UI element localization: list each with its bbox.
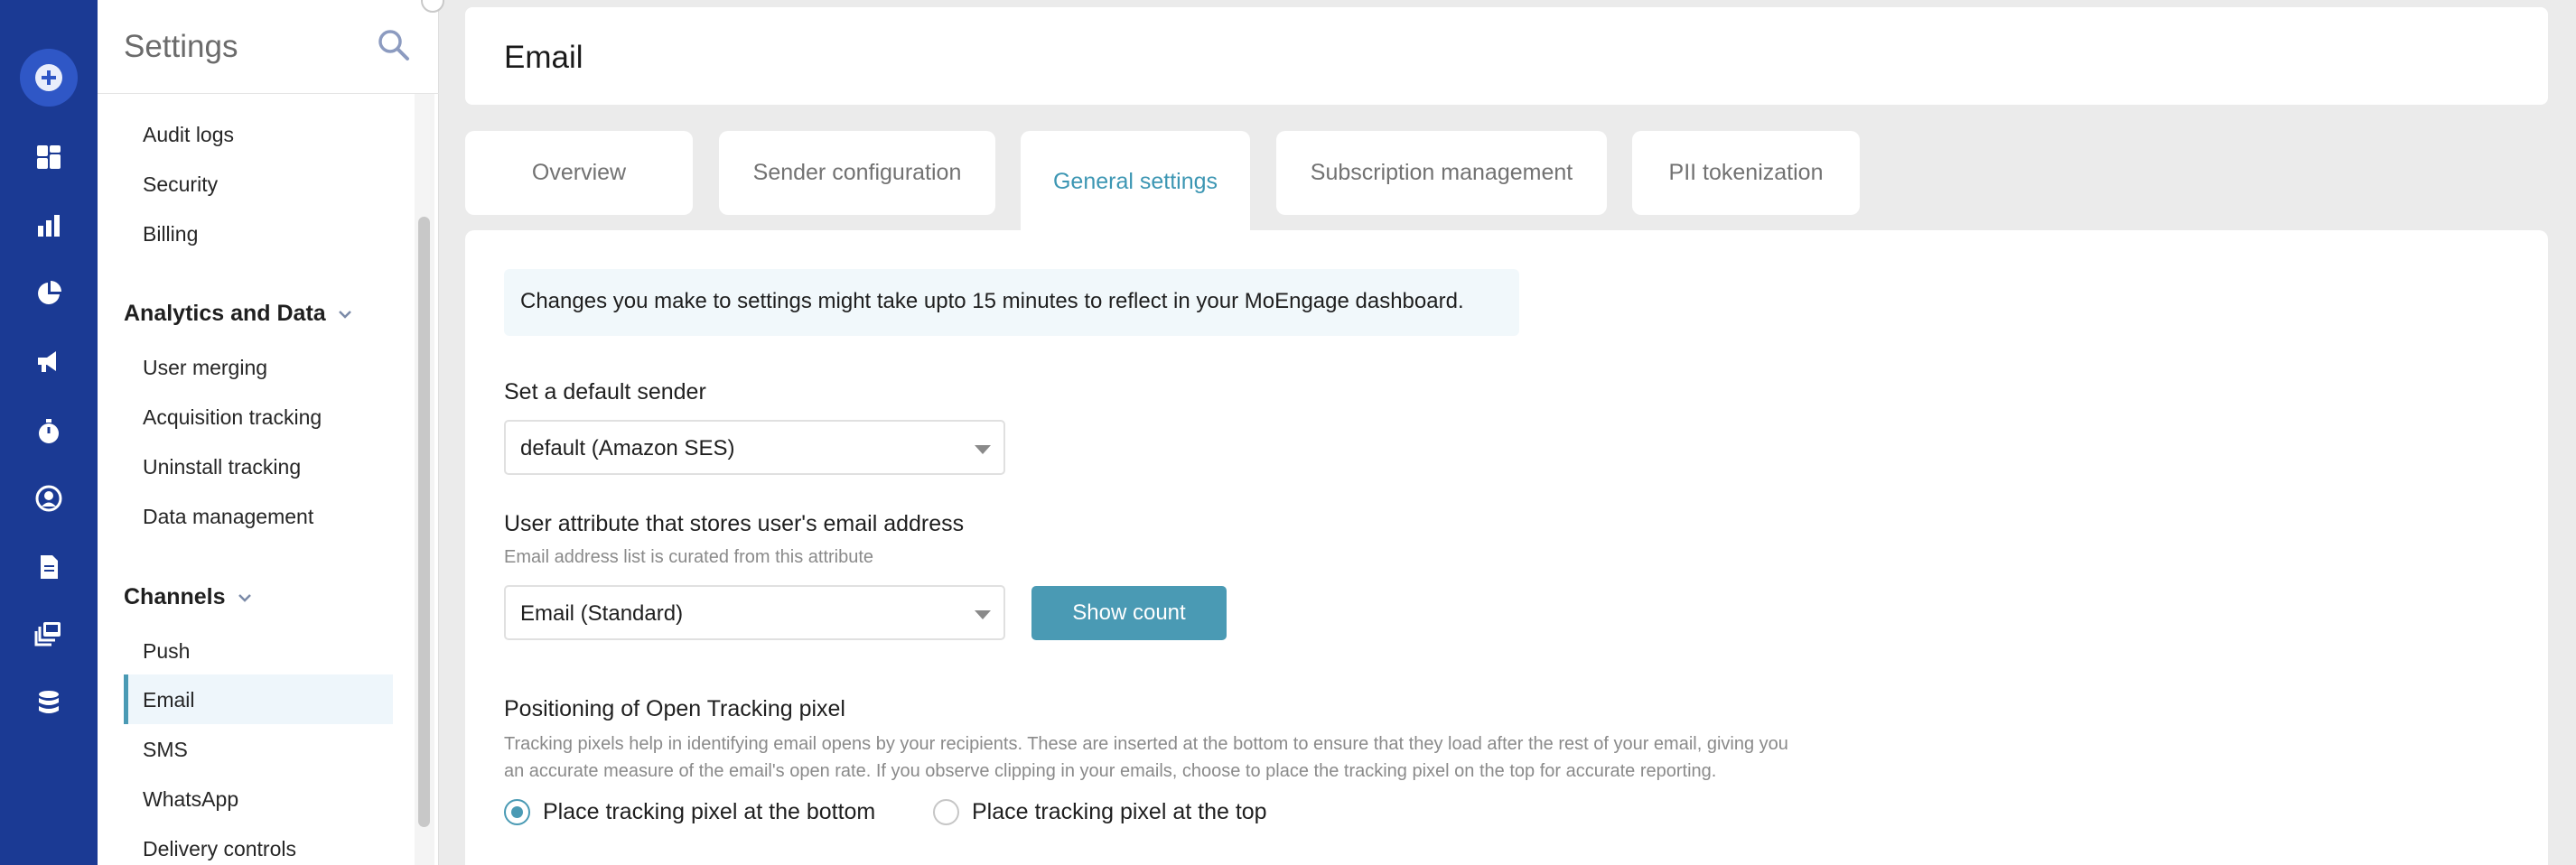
create-button[interactable] — [20, 49, 78, 107]
sidebar-item-push[interactable]: Push — [143, 639, 190, 664]
settings-sidebar: Settings Audit logs Security Billing Ana… — [98, 0, 444, 865]
user-circle-icon[interactable] — [33, 482, 65, 515]
timer-icon[interactable] — [33, 415, 65, 448]
tab-subscription-management[interactable]: Subscription management — [1276, 131, 1607, 215]
chevron-down-icon — [338, 310, 351, 319]
collapse-sidebar-icon[interactable] — [421, 0, 444, 13]
radio-unchecked-icon[interactable] — [933, 799, 959, 825]
sidebar-group-channels[interactable]: Channels — [124, 584, 255, 610]
dashboard-icon[interactable] — [33, 141, 65, 173]
sidebar-item-email[interactable]: Email — [143, 688, 195, 712]
tab-pii-tokenization[interactable]: PII tokenization — [1632, 131, 1860, 215]
info-notice: Changes you make to settings might take … — [504, 269, 1519, 336]
tracking-pixel-help-line1: Tracking pixels help in identifying emai… — [504, 734, 1788, 754]
caret-down-icon — [975, 445, 991, 454]
sidebar-item-billing[interactable]: Billing — [143, 222, 198, 246]
sidebar-item-audit-logs[interactable]: Audit logs — [143, 123, 234, 147]
tab-sender-configuration[interactable]: Sender configuration — [719, 131, 995, 215]
tab-general-settings[interactable]: General settings — [1021, 131, 1250, 232]
search-icon[interactable] — [376, 27, 412, 63]
page-header-card: Email — [465, 7, 2548, 105]
sidebar-item-sms[interactable]: SMS — [143, 738, 188, 762]
tracking-pixel-label: Positioning of Open Tracking pixel — [504, 696, 845, 721]
sidebar-title: Settings — [124, 29, 238, 64]
radio-checked-icon[interactable] — [504, 799, 530, 825]
sidebar-item-data-management[interactable]: Data management — [143, 505, 313, 529]
sidebar-item-uninstall-tracking[interactable]: Uninstall tracking — [143, 455, 301, 479]
database-icon[interactable] — [33, 686, 65, 719]
sidebar-item-delivery-controls[interactable]: Delivery controls — [143, 837, 296, 861]
default-sender-label: Set a default sender — [504, 379, 706, 405]
email-attribute-help: Email address list is curated from this … — [504, 547, 874, 567]
sidebar-header: Settings — [98, 0, 444, 94]
select-value: default (Amazon SES) — [520, 436, 735, 460]
sidebar-group-label: Channels — [124, 584, 226, 609]
radio-label: Place tracking pixel at the bottom — [543, 799, 876, 824]
radio-pixel-bottom[interactable]: Place tracking pixel at the bottom — [504, 799, 875, 825]
default-sender-select[interactable]: default (Amazon SES) — [504, 420, 1005, 475]
email-attribute-select[interactable]: Email (Standard) — [504, 585, 1005, 640]
nav-rail — [0, 0, 98, 865]
select-value: Email (Standard) — [520, 601, 684, 626]
sidebar-item-security[interactable]: Security — [143, 172, 218, 197]
show-count-button[interactable]: Show count — [1031, 586, 1227, 640]
analytics-bar-icon[interactable] — [33, 209, 65, 242]
megaphone-icon[interactable] — [33, 345, 65, 377]
chevron-down-icon — [238, 593, 251, 602]
pie-chart-icon[interactable] — [33, 277, 65, 310]
sidebar-item-whatsapp[interactable]: WhatsApp — [143, 787, 238, 812]
tab-overview[interactable]: Overview — [465, 131, 693, 215]
email-attribute-label: User attribute that stores user's email … — [504, 511, 965, 536]
caret-down-icon — [975, 610, 991, 619]
document-icon[interactable] — [33, 551, 65, 583]
sidebar-scrollbar[interactable] — [418, 217, 430, 827]
page-title: Email — [504, 40, 583, 75]
radio-label: Place tracking pixel at the top — [972, 799, 1267, 824]
sidebar-item-acquisition-tracking[interactable]: Acquisition tracking — [143, 405, 322, 430]
templates-icon[interactable] — [33, 618, 65, 650]
tracking-pixel-help-line2: an accurate measure of the email's open … — [504, 761, 1717, 781]
sidebar-group-analytics[interactable]: Analytics and Data — [124, 301, 355, 327]
sidebar-item-user-merging[interactable]: User merging — [143, 356, 267, 380]
radio-pixel-top[interactable]: Place tracking pixel at the top — [933, 799, 1267, 825]
sidebar-group-label: Analytics and Data — [124, 301, 326, 326]
add-icon — [35, 64, 62, 91]
